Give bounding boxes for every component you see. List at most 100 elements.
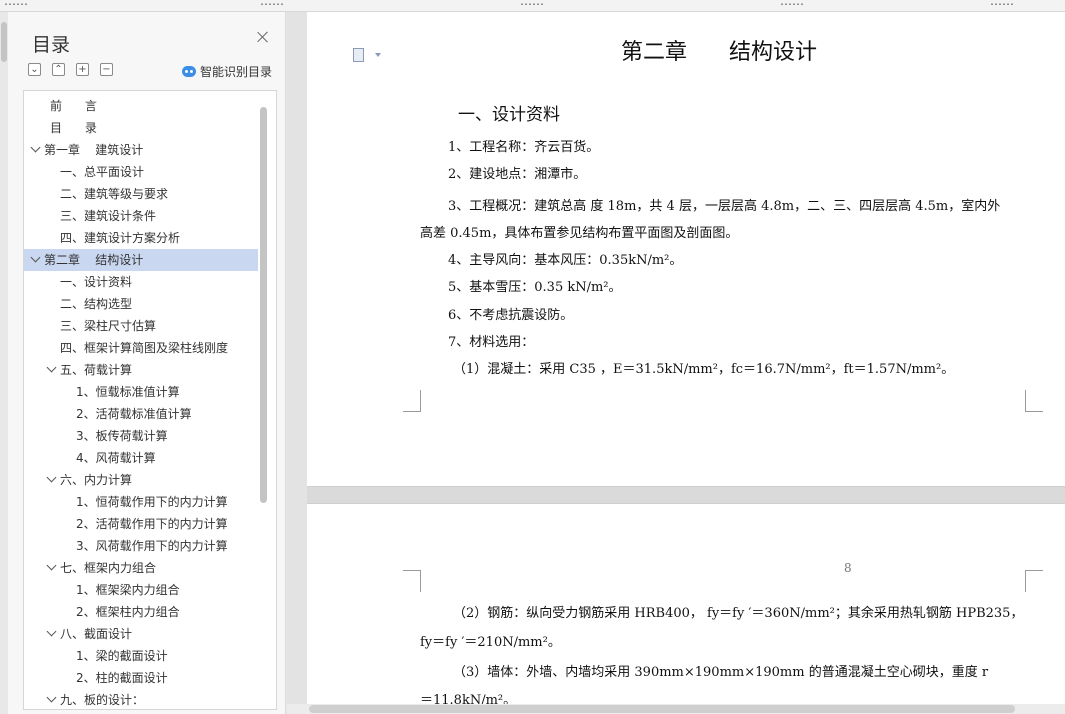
toc-item[interactable]: 二、建筑等级与要求 [24, 183, 258, 205]
remove-level-button[interactable]: − [100, 63, 113, 76]
toc-item-label: 4、风荷载计算 [76, 451, 156, 465]
toc-item-label: 九、板的设计： [60, 693, 145, 707]
horizontal-scrollbar[interactable] [287, 704, 1065, 714]
toc-item[interactable]: 目 录 [24, 117, 258, 139]
toc-item-label: 3、风荷载作用下的内力计算 [76, 539, 228, 553]
toc-item[interactable]: 三、建筑设计条件 [24, 205, 258, 227]
toc-item-label: 八、截面设计 [60, 627, 133, 641]
toc-item[interactable]: 2、框架柱内力组合 [24, 601, 258, 623]
toc-item[interactable]: 四、建筑设计方案分析 [24, 227, 258, 249]
doc-line: 高差 0.45m，具体布置参见结构布置平面图及剖面图。 [420, 226, 739, 241]
crop-mark [1025, 390, 1043, 412]
toc-item[interactable]: 4、风荷载计算 [24, 447, 258, 469]
toc-item-label: 第二章 结构设计 [44, 253, 144, 267]
page-number: 8 [844, 561, 852, 575]
left-scrollbar[interactable] [0, 12, 8, 714]
toc-item[interactable]: 七、框架内力组合 [24, 557, 258, 579]
toc-item[interactable]: 四、框架计算简图及梁柱线刚度 [24, 337, 258, 359]
toc-item-label: 2、活荷载标准值计算 [76, 407, 192, 421]
expand-up-button[interactable]: ⌃ [52, 63, 65, 76]
toc-item-label: 四、框架计算简图及梁柱线刚度 [60, 341, 229, 355]
doc-line: fy＝fy ′＝210N/mm²。 [420, 635, 561, 650]
crop-mark [403, 570, 421, 592]
toc-item[interactable]: 2、活荷载作用下的内力计算 [24, 513, 258, 535]
toc-item[interactable]: 1、框架梁内力组合 [24, 579, 258, 601]
toc-item[interactable]: 2、柱的截面设计 [24, 667, 258, 689]
smart-detect-toc-button[interactable]: 智能识别目录 [182, 63, 272, 80]
toc-item-label: 2、框架柱内力组合 [76, 605, 180, 619]
toc-item-label: 二、结构选型 [60, 297, 133, 311]
toc-item[interactable]: 1、梁的截面设计 [24, 645, 258, 667]
page: 8 （2）钢筋：纵向受力钢筋采用 HRB400， fy＝fy ′＝360N/mm… [307, 504, 1065, 714]
toc-item-label: 三、建筑设计条件 [60, 209, 157, 223]
doc-line: 3、工程概况：建筑总高 度 18m，共 4 层，一层层高 4.8m，二、三、四层… [448, 199, 1001, 214]
toc-item[interactable]: 二、结构选型 [24, 293, 258, 315]
toc-item[interactable]: 八、截面设计 [24, 623, 258, 645]
toolbar-fragment[interactable]: …… [990, 0, 1014, 8]
toc-item-label: 1、恒荷载作用下的内力计算 [76, 495, 228, 509]
toc-item-label: 1、恒载标准值计算 [76, 385, 180, 399]
doc-line: 7、材料选用： [448, 335, 535, 350]
toc-item[interactable]: 一、设计资料 [24, 271, 258, 293]
close-icon[interactable] [256, 30, 270, 44]
chevron-down-icon[interactable] [46, 472, 57, 483]
dropdown-arrow-icon[interactable] [375, 53, 381, 57]
page-break [307, 486, 1065, 504]
toc-list-box: 前 言目 录第一章 建筑设计 一、总平面设计二、建筑等级与要求 三、建筑设计条件四、… [23, 90, 277, 710]
smart-detect-icon [182, 66, 196, 77]
chevron-down-icon[interactable] [46, 362, 57, 373]
toc-item[interactable]: 3、板传荷载计算 [24, 425, 258, 447]
toc-title: 目录 [32, 34, 71, 56]
toolbar-fragment[interactable]: …… [780, 0, 804, 8]
document-icon[interactable] [353, 48, 364, 62]
toolbar-fragment[interactable]: …… [260, 0, 284, 8]
add-level-button[interactable]: + [76, 63, 89, 76]
chevron-down-icon[interactable] [46, 560, 57, 571]
toc-item[interactable]: 第一章 建筑设计 [24, 139, 258, 161]
toc-item-label: 七、框架内力组合 [60, 561, 157, 575]
toolbar-strip: …… …… …… …… …… [0, 0, 1065, 12]
toc-scrollbar[interactable] [260, 91, 268, 709]
doc-line: 1、工程名称：齐云百货。 [448, 140, 600, 155]
chevron-down-icon[interactable] [46, 692, 57, 703]
toc-item-label: 3、板传荷载计算 [76, 429, 168, 443]
toc-item[interactable]: 五、荷载计算 [24, 359, 258, 381]
chevron-down-icon[interactable] [46, 626, 57, 637]
toc-item-label: 1、梁的截面设计 [76, 649, 168, 663]
toc-scroll-thumb[interactable] [260, 107, 267, 503]
chevron-down-icon[interactable] [30, 142, 41, 153]
toc-item[interactable]: 3、风荷载作用下的内力计算 [24, 535, 258, 557]
doc-line: （1）混凝土：采用 C35 ，E＝31.5kN/mm²，fc＝16.7N/mm²… [453, 362, 955, 377]
doc-line: （3）墙体：外墙、内墙均采用 390mm×190mm×190mm 的普通混凝土空… [453, 665, 989, 680]
toolbar-fragment[interactable]: …… [4, 0, 28, 8]
toc-item-label: 目 录 [50, 121, 97, 135]
section-title: 一、设计资料 [458, 105, 560, 125]
toc-item[interactable]: 一、总平面设计 [24, 161, 258, 183]
chevron-down-icon[interactable] [30, 252, 41, 263]
toc-item[interactable]: 九、板的设计： [24, 689, 258, 709]
page: 第二章 结构设计 一、设计资料 1、工程名称：齐云百货。 2、建设地点：湘潭市。… [307, 12, 1065, 486]
toc-item-label: 二、建筑等级与要求 [60, 187, 169, 201]
collapse-all-button[interactable]: ⌄ [28, 63, 41, 76]
doc-line: （2）钢筋：纵向受力钢筋采用 HRB400， fy＝fy ′＝360N/mm²；… [453, 606, 1024, 621]
toc-item[interactable]: 1、恒荷载作用下的内力计算 [24, 491, 258, 513]
scroll-thumb[interactable] [1, 22, 7, 62]
doc-line: 4、主导风向：基本风压：0.35kN/m²。 [448, 253, 683, 268]
toc-item-label: 六、内力计算 [60, 473, 133, 487]
toolbar-fragment[interactable]: …… [520, 0, 544, 8]
toc-item-label: 一、设计资料 [60, 275, 133, 289]
toc-item[interactable]: 三、梁柱尺寸估算 [24, 315, 258, 337]
toc-item-label: 五、荷载计算 [60, 363, 133, 377]
toc-panel: 目录 ⌄ ⌃ + − 智能识别目录 前 言目 录第一章 建筑设计 一、总平面设计二… [8, 12, 286, 714]
toc-item-label: 三、梁柱尺寸估算 [60, 319, 157, 333]
doc-line: 2、建设地点：湘潭市。 [448, 167, 587, 182]
toc-item[interactable]: 前 言 [24, 95, 258, 117]
toc-item[interactable]: 2、活荷载标准值计算 [24, 403, 258, 425]
doc-line: 5、基本雪压：0.35 kN/m²。 [448, 280, 622, 295]
toc-item-label: 前 言 [50, 99, 97, 113]
toc-item[interactable]: 1、恒载标准值计算 [24, 381, 258, 403]
crop-mark [1025, 570, 1043, 592]
hscroll-thumb[interactable] [309, 705, 1015, 713]
toc-item[interactable]: 六、内力计算 [24, 469, 258, 491]
toc-item[interactable]: 第二章 结构设计 [24, 249, 258, 271]
